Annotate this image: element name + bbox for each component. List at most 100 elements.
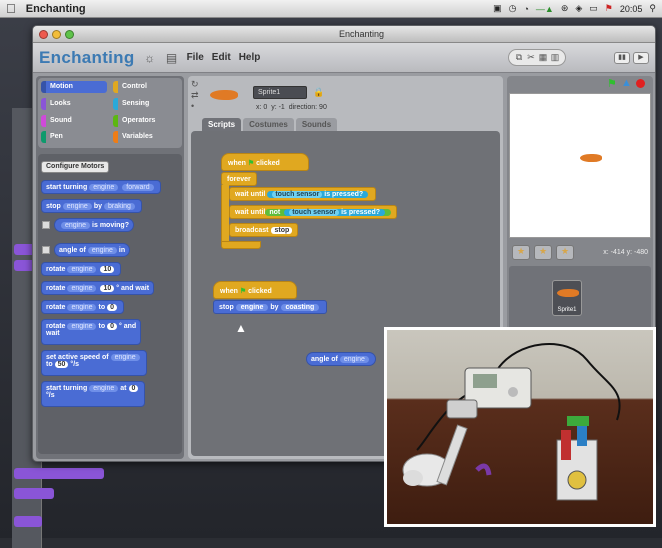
menu-help[interactable]: Help: [239, 52, 261, 63]
edit-mode-toolbar: ⧉ ✂ ▦ ▥: [508, 49, 566, 66]
camera-icon[interactable]: ▣: [493, 3, 502, 14]
category-variables[interactable]: Variables: [113, 131, 179, 144]
repeat-icon[interactable]: ▲: [621, 77, 632, 89]
block-motor-is-moving[interactable]: engine is moving?: [54, 218, 134, 232]
wait-until-not-block[interactable]: wait until not touch sensor is pressed?: [229, 205, 398, 219]
stop-sign-icon[interactable]: [636, 79, 645, 88]
network-icon[interactable]: —▲: [536, 4, 554, 14]
block-rotate-to[interactable]: rotate engine to 0: [41, 300, 124, 314]
sprite-thumbnail-label: Sprite1: [557, 307, 577, 313]
category-pen[interactable]: Pen: [41, 131, 107, 144]
robot-photo-image: [387, 330, 653, 524]
background-block: [14, 488, 54, 499]
macos-menubar:  Enchanting ▣ ◷ ◔ —▲ ⊛ ◈ ▭ ⚑ 20:05 ⚲: [0, 0, 662, 18]
menubar-app-name[interactable]: Enchanting: [26, 3, 86, 15]
presentation-mode-icon[interactable]: ▶: [633, 51, 649, 64]
window-title: Enchanting: [338, 29, 385, 39]
battery-icon[interactable]: ▭: [589, 3, 598, 14]
sprite-preview-icon: [210, 90, 238, 100]
block-stop-motor[interactable]: stop engine by braking: [41, 199, 142, 213]
flip-icon[interactable]: ⇄: [191, 90, 199, 101]
forever-block[interactable]: forever: [221, 172, 257, 186]
mouse-coordinates: x: -414 y: -480: [603, 248, 648, 256]
menubar-time[interactable]: 20:05: [620, 4, 643, 14]
sprite-name-field[interactable]: Sprite1: [253, 86, 307, 99]
hat-block-when-flag-clicked[interactable]: when ⚑ clicked: [221, 153, 309, 171]
sprite-position: x: 0 y: -1 direction: 90: [256, 104, 327, 111]
stage[interactable]: [509, 93, 651, 238]
bluetooth-icon[interactable]: ⊛: [561, 3, 569, 14]
watcher-checkbox[interactable]: [42, 246, 50, 254]
random-sprite-icon[interactable]: ★: [556, 244, 574, 260]
lock-icon[interactable]: 🔒: [313, 87, 324, 98]
hat-block-when-flag-clicked[interactable]: when ⚑ clicked: [213, 281, 297, 299]
category-looks[interactable]: Looks: [41, 97, 107, 110]
clock-icon[interactable]: ◷: [509, 3, 517, 14]
category-sensing[interactable]: Sensing: [113, 97, 179, 110]
block-rotate-and-wait[interactable]: rotate engine 10 ° and wait: [41, 281, 155, 295]
window-titlebar: Enchanting: [33, 26, 655, 43]
stage-layout-icon[interactable]: ▮▮: [614, 51, 630, 64]
cut-icon[interactable]: ✂: [526, 52, 536, 63]
category-selector: Motion Control Looks Sensing Sound Opera…: [38, 78, 182, 148]
menu-file[interactable]: File: [187, 52, 204, 63]
loose-block-angle-of[interactable]: angle of engine: [306, 352, 376, 366]
stop-motor-block[interactable]: stop engine by coasting: [213, 300, 328, 314]
tab-sounds[interactable]: Sounds: [295, 118, 338, 131]
green-flag-icon[interactable]: ⚑: [607, 77, 617, 90]
category-operators[interactable]: Operators: [113, 114, 179, 127]
background-block: [14, 468, 104, 479]
sprite-thumbnail-image: [557, 289, 579, 297]
flag-icon[interactable]: ⚑: [605, 3, 613, 14]
tab-scripts[interactable]: Scripts: [202, 118, 242, 131]
grow-icon[interactable]: ▦: [538, 52, 548, 63]
menubar-status-area: ▣ ◷ ◔ —▲ ⊛ ◈ ▭ ⚑ 20:05 ⚲: [493, 3, 656, 14]
app-toolbar: Enchanting ☼ ▤ File Edit Help ⧉ ✂ ▦ ▥ ▮▮…: [33, 43, 655, 73]
category-control[interactable]: Control: [113, 81, 179, 93]
watcher-checkbox[interactable]: [42, 221, 50, 229]
block-palette: Configure Motors start turning engine forw…: [38, 154, 182, 454]
block-start-turning[interactable]: start turning engine forward: [41, 180, 161, 194]
configure-motors-button[interactable]: Configure Motors: [41, 161, 110, 173]
sprite-info-bar: ↻ ⇄ • Sprite1 🔒 x: 0 y: -1 direction: 90: [188, 76, 503, 116]
minimize-window-button[interactable]: [52, 29, 61, 39]
forever-block-arm: [221, 185, 229, 241]
duplicate-icon[interactable]: ⧉: [514, 52, 524, 63]
robot-photo: [384, 327, 656, 527]
save-icon[interactable]: ▤: [165, 51, 179, 65]
choose-sprite-icon[interactable]: ★: [534, 244, 552, 260]
close-window-button[interactable]: [39, 29, 48, 39]
block-angle-of[interactable]: angle of engine in: [54, 243, 131, 257]
category-motion[interactable]: Motion: [41, 81, 107, 93]
block-rotate-to-and-wait[interactable]: rotate engine to 0 ° and wait: [41, 319, 142, 345]
paint-new-sprite-icon[interactable]: ★: [512, 244, 530, 260]
no-rotate-icon[interactable]: •: [191, 101, 194, 111]
lego-robot-illustration: [402, 343, 621, 501]
zoom-window-button[interactable]: [65, 29, 74, 39]
spotlight-icon[interactable]: ⚲: [649, 3, 656, 14]
block-rotate[interactable]: rotate engine 10: [41, 262, 122, 276]
background-block: [14, 516, 42, 527]
globe-icon[interactable]: ☼: [143, 51, 157, 65]
menu-edit[interactable]: Edit: [212, 52, 231, 63]
headphones-icon[interactable]: ◔: [523, 4, 528, 14]
rotation-style-icon[interactable]: ↻: [191, 79, 199, 90]
shrink-icon[interactable]: ▥: [550, 52, 560, 63]
green-flag-icon: ⚑: [247, 160, 255, 167]
block-start-turning-at[interactable]: start turning engine at 0 °/s: [41, 381, 146, 407]
run-controls: ⚑ ▲: [507, 76, 653, 92]
sprite-on-stage[interactable]: [580, 154, 602, 162]
wifi-icon[interactable]: ◈: [575, 3, 582, 14]
broadcast-block[interactable]: broadcast stop: [229, 223, 299, 237]
apple-icon[interactable]: : [6, 2, 16, 15]
wait-until-block[interactable]: wait until touch sensor is pressed?: [229, 187, 377, 201]
sprite-thumbnail[interactable]: Sprite1: [552, 280, 582, 316]
green-flag-icon: ⚑: [239, 288, 247, 295]
stage-toolbar: ★ ★ ★ x: -414 y: -480: [509, 242, 651, 262]
mouse-pointer: ▲: [235, 321, 247, 335]
tab-costumes[interactable]: Costumes: [243, 118, 294, 131]
category-sound[interactable]: Sound: [41, 114, 107, 127]
block-set-active-speed[interactable]: set active speed of engine to 50 °/s: [41, 350, 147, 376]
tab-bar: Scripts Costumes Sounds: [202, 118, 338, 131]
app-logo: Enchanting: [39, 47, 135, 67]
